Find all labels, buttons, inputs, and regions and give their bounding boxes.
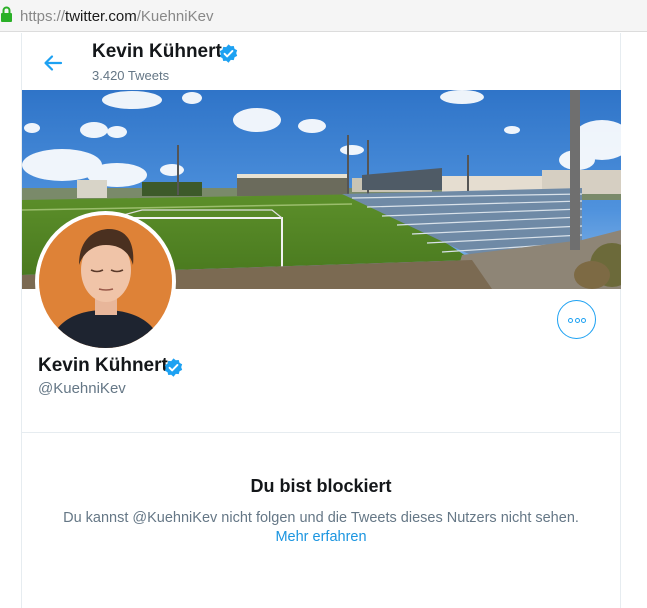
section-divider bbox=[22, 432, 620, 433]
verified-badge-icon bbox=[164, 358, 183, 377]
url-path: /KuehniKev bbox=[136, 8, 214, 25]
header-profile-name: Kevin Kühnert bbox=[92, 41, 222, 62]
learn-more-link[interactable]: Mehr erfahren bbox=[22, 529, 620, 545]
more-options-icon bbox=[568, 318, 573, 323]
blocked-title: Du bist blockiert bbox=[250, 476, 392, 496]
profile-name: Kevin Kühnert bbox=[38, 355, 168, 376]
arrow-left-icon[interactable] bbox=[40, 50, 66, 76]
secure-lock-icon bbox=[1, 6, 12, 22]
profile-header-bar: Kevin Kühnert 3.420 Tweets bbox=[22, 33, 620, 90]
profile-column: Kevin Kühnert 3.420 Tweets Kevin Kühnert… bbox=[21, 33, 621, 608]
profile-handle: @KuehniKev bbox=[38, 380, 126, 397]
url-scheme: https:// bbox=[20, 8, 66, 25]
blocked-message: Du kannst @KuehniKev nicht folgen und di… bbox=[63, 510, 579, 526]
avatar-image bbox=[39, 215, 172, 348]
more-options-button[interactable] bbox=[557, 300, 596, 339]
profile-avatar[interactable] bbox=[35, 211, 176, 352]
browser-url-bar[interactable]: https://twitter.com/KuehniKev bbox=[0, 0, 647, 32]
url-text[interactable]: https://twitter.com/KuehniKev bbox=[20, 8, 213, 25]
more-options-icon bbox=[581, 318, 586, 323]
header-tweet-count: 3.420 Tweets bbox=[92, 68, 170, 83]
more-options-icon bbox=[574, 318, 580, 323]
url-host: twitter.com bbox=[65, 8, 137, 25]
verified-badge-icon bbox=[219, 44, 238, 63]
